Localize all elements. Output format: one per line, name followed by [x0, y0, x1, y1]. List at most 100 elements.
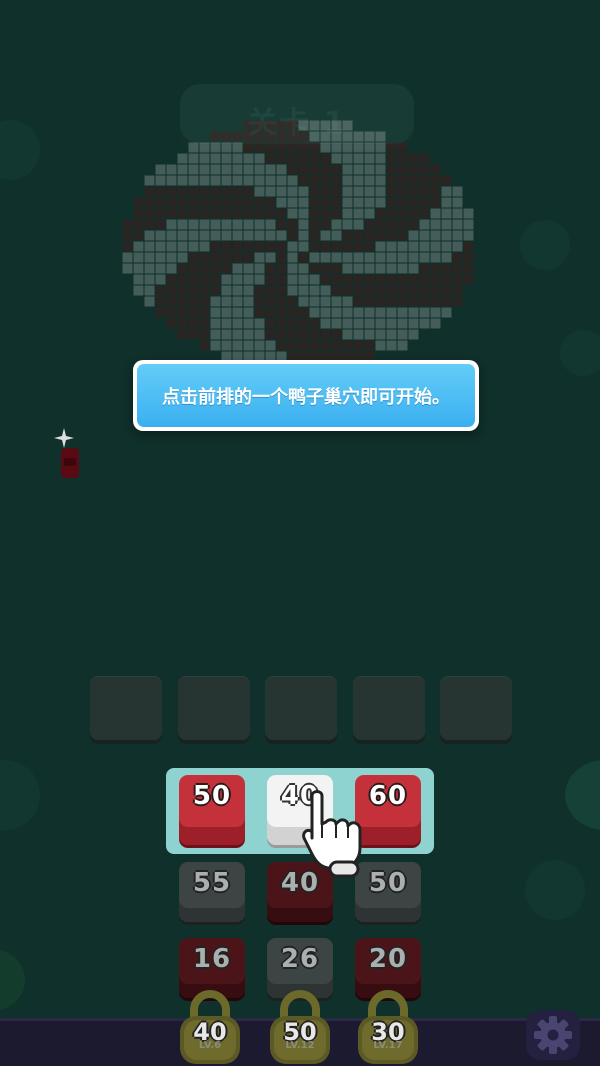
candy-pixel — [254, 219, 265, 230]
candy-pixel — [452, 296, 463, 307]
candy-pixel — [188, 263, 199, 274]
candy-pixel — [122, 230, 133, 241]
candy-pixel — [408, 241, 419, 252]
candy-pixel — [397, 186, 408, 197]
candy-pixel — [221, 318, 232, 329]
candy-pixel — [331, 197, 342, 208]
candy-pixel — [386, 142, 397, 153]
candy-pixel — [199, 219, 210, 230]
candy-pixel — [188, 329, 199, 340]
candy-pixel — [298, 274, 309, 285]
candy-pixel — [254, 142, 265, 153]
candy-pixel — [177, 186, 188, 197]
candy-pixel — [265, 307, 276, 318]
candy-pixel — [397, 241, 408, 252]
candy-pixel — [199, 263, 210, 274]
candy-pixel — [122, 219, 133, 230]
candy-pixel — [287, 197, 298, 208]
candy-pixel — [430, 252, 441, 263]
candy-pixel — [419, 164, 430, 175]
candy-pixel — [166, 296, 177, 307]
candy-pixel — [155, 241, 166, 252]
candy-pixel — [243, 219, 254, 230]
candy-pixel — [309, 120, 320, 131]
candy-pixel — [210, 263, 221, 274]
locked-nest-2[interactable]: 50 LV.12 — [264, 988, 336, 1066]
candy-pixel — [397, 230, 408, 241]
settings-button[interactable] — [524, 1008, 582, 1062]
candy-pixel — [364, 274, 375, 285]
candy-pixel — [298, 296, 309, 307]
candy-pixel — [210, 142, 221, 153]
candy-pixel — [298, 230, 309, 241]
candy-pixel — [199, 186, 210, 197]
candy-pixel — [375, 318, 386, 329]
candy-pixel — [122, 252, 133, 263]
candy-pixel — [408, 329, 419, 340]
candy-pixel — [177, 307, 188, 318]
candy-pixel — [265, 241, 276, 252]
candy-pixel — [166, 263, 177, 274]
candy-pixel — [243, 175, 254, 186]
candy-pixel — [430, 285, 441, 296]
candy-pixel — [155, 296, 166, 307]
candy-pixel — [210, 186, 221, 197]
candy-pixel — [397, 164, 408, 175]
candy-pixel — [144, 186, 155, 197]
candy-pixel — [320, 120, 331, 131]
candy-pixel — [430, 208, 441, 219]
locked-nest-1[interactable]: 40 LV.6 — [174, 988, 246, 1066]
candy-pixel — [430, 197, 441, 208]
candy-pixel — [276, 274, 287, 285]
candy-pixel — [463, 252, 474, 263]
candy-pixel — [232, 197, 243, 208]
queue-slot-2 — [178, 676, 250, 740]
candy-pixel — [265, 274, 276, 285]
candy-pixel — [221, 142, 232, 153]
candy-pixel — [452, 241, 463, 252]
candy-pixel — [441, 230, 452, 241]
candy-pixel — [188, 274, 199, 285]
candy-pixel — [276, 186, 287, 197]
candy-pixel — [232, 208, 243, 219]
candy-pixel — [353, 175, 364, 186]
candy-pixel — [298, 351, 309, 360]
candy-pixel — [342, 175, 353, 186]
locked-nest-3[interactable]: 30 LV.17 — [352, 988, 424, 1066]
candy-pixel — [419, 186, 430, 197]
candy-pixel — [364, 175, 375, 186]
tutorial-tooltip: 点击前排的一个鸭子巢穴即可开始。 — [133, 360, 479, 431]
candy-pixel — [353, 318, 364, 329]
candy-pixel — [463, 274, 474, 285]
candy-pixel — [287, 263, 298, 274]
candy-pixel — [188, 230, 199, 241]
candy-pixel — [287, 274, 298, 285]
duck-nest-front-1[interactable]: 50 — [179, 775, 245, 845]
candy-pixel — [265, 296, 276, 307]
candy-pixel — [199, 142, 210, 153]
candy-pixel — [265, 120, 276, 131]
candy-pixel — [342, 351, 353, 360]
candy-pixel — [265, 219, 276, 230]
candy-pixel — [298, 263, 309, 274]
candy-pixel — [265, 208, 276, 219]
candy-pixel — [298, 307, 309, 318]
candy-pixel — [441, 307, 452, 318]
candy-pixel — [430, 318, 441, 329]
candy-pixel — [375, 164, 386, 175]
candy-pixel — [309, 307, 320, 318]
tutorial-text: 点击前排的一个鸭子巢穴即可开始。 — [137, 364, 475, 427]
candy-pixel — [232, 329, 243, 340]
candy-pixel — [375, 307, 386, 318]
candy-pixel — [397, 318, 408, 329]
candy-pixel — [320, 197, 331, 208]
candy-pixel — [166, 252, 177, 263]
candy-pixel — [210, 164, 221, 175]
candy-pixel — [364, 329, 375, 340]
candy-pixel — [133, 274, 144, 285]
candy-pixel — [298, 285, 309, 296]
candy-pixel — [463, 241, 474, 252]
candy-pixel — [177, 263, 188, 274]
candy-pixel — [320, 241, 331, 252]
candy-pixel — [199, 175, 210, 186]
